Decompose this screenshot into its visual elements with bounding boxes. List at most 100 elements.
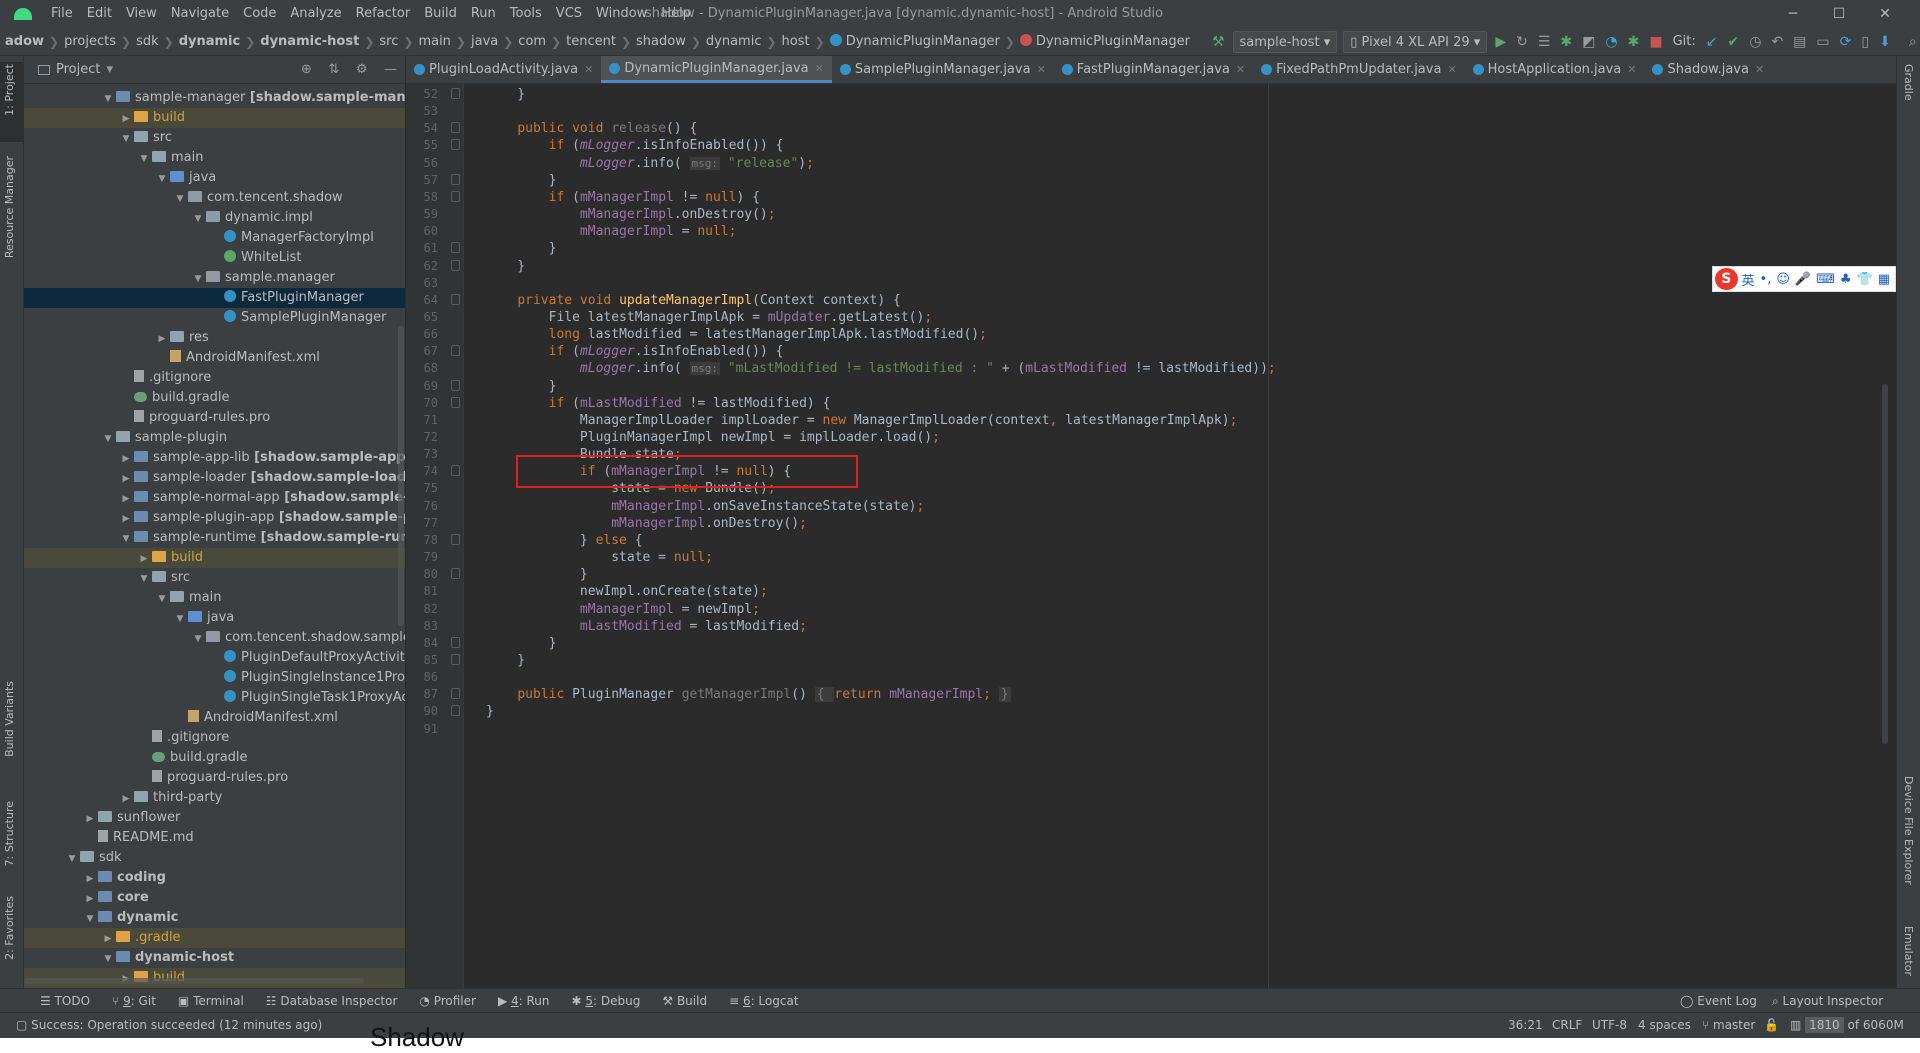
- collapsed-arrow-icon[interactable]: ▶: [82, 889, 98, 908]
- tree-item[interactable]: ▶ build: [24, 548, 405, 568]
- ime-emoji-icon[interactable]: ☺: [1776, 272, 1790, 287]
- editor-tab[interactable]: DynamicPluginManager.java ✕: [601, 56, 832, 83]
- ime-skin-icon[interactable]: 👕: [1857, 272, 1873, 287]
- stop-icon[interactable]: ■: [1644, 28, 1667, 55]
- tree-item[interactable]: ▶ core: [24, 888, 405, 908]
- close-tab-icon[interactable]: ✕: [815, 62, 824, 75]
- tree-item[interactable]: ▼ java: [24, 608, 405, 628]
- tree-item[interactable]: ▼ src: [24, 568, 405, 588]
- collapsed-arrow-icon[interactable]: ▶: [118, 109, 134, 128]
- tree-item[interactable]: ▼ src: [24, 128, 405, 148]
- git-rollback-icon[interactable]: ↶: [1766, 28, 1788, 55]
- git-commit-icon[interactable]: ✔: [1722, 28, 1744, 55]
- tree-item[interactable]: ▼ main: [24, 588, 405, 608]
- menu-analyze[interactable]: Analyze: [283, 0, 348, 28]
- profile-icon[interactable]: ◔: [1600, 28, 1622, 55]
- close-tab-icon[interactable]: ✕: [1037, 63, 1046, 76]
- fold-marker-icon[interactable]: [451, 636, 460, 648]
- sdk-manager-icon[interactable]: ⬇: [1874, 28, 1896, 55]
- bottom-tool-todo[interactable]: ☰ TODO: [40, 994, 90, 1008]
- bottom-tool-git[interactable]: ⑂ 9: Git: [112, 994, 156, 1008]
- expanded-arrow-icon[interactable]: ▼: [64, 849, 80, 868]
- breadcrumb-member[interactable]: DynamicPluginManager: [1015, 28, 1195, 55]
- collapse-all-icon[interactable]: ⇅: [328, 62, 339, 77]
- apply-changes-icon[interactable]: ↻: [1511, 28, 1533, 55]
- tree-item[interactable]: build.gradle: [24, 748, 405, 768]
- tree-item[interactable]: PluginDefaultProxyActivity: [24, 648, 405, 668]
- breadcrumb-item[interactable]: shadow: [631, 28, 691, 55]
- expanded-arrow-icon[interactable]: ▼: [82, 909, 98, 928]
- expanded-arrow-icon[interactable]: ▼: [190, 269, 206, 288]
- tree-item[interactable]: build.gradle: [24, 388, 405, 408]
- fold-marker-icon[interactable]: [451, 173, 460, 185]
- layout-inspector-button[interactable]: ⌕ Layout Inspector: [1772, 989, 1883, 1012]
- project-view-select[interactable]: Project: [56, 62, 100, 77]
- project-structure-icon[interactable]: ▤: [1788, 28, 1811, 55]
- tree-item[interactable]: ▼ com.tencent.shadow: [24, 188, 405, 208]
- breadcrumb-item[interactable]: dynamic-host: [255, 28, 364, 55]
- editor-tab[interactable]: PluginLoadActivity.java ✕: [406, 56, 601, 83]
- fold-marker-icon[interactable]: [451, 533, 460, 545]
- expanded-arrow-icon[interactable]: ▼: [100, 89, 116, 108]
- fold-marker-icon[interactable]: [451, 653, 460, 665]
- ime-punctuation-icon[interactable]: •,: [1760, 272, 1772, 287]
- tree-item[interactable]: ▼ dynamic: [24, 908, 405, 928]
- menu-run[interactable]: Run: [464, 0, 503, 28]
- tree-item[interactable]: ▶ res: [24, 328, 405, 348]
- collapsed-arrow-icon[interactable]: ▶: [118, 489, 134, 508]
- chevron-down-icon[interactable]: ▾: [106, 62, 113, 77]
- editor-tab[interactable]: Shadow.java ✕: [1644, 56, 1772, 83]
- editor-tab[interactable]: HostApplication.java ✕: [1465, 56, 1645, 83]
- tree-item[interactable]: ▼ main: [24, 148, 405, 168]
- tree-item[interactable]: ▶ sample-normal-app [shadow.sample-nor: [24, 488, 405, 508]
- tool-gradle[interactable]: Gradle: [1902, 64, 1915, 101]
- editor-tab[interactable]: FastPluginManager.java ✕: [1054, 56, 1253, 83]
- collapsed-arrow-icon[interactable]: ▶: [154, 329, 170, 348]
- fold-marker-icon[interactable]: [451, 568, 460, 580]
- close-window-button[interactable]: ✕: [1862, 0, 1908, 28]
- collapsed-arrow-icon[interactable]: ▶: [118, 789, 134, 808]
- run-icon[interactable]: ▶: [1490, 28, 1511, 55]
- close-tab-icon[interactable]: ✕: [1627, 63, 1636, 76]
- breadcrumb-item[interactable]: main: [413, 28, 455, 55]
- ime-tools-icon[interactable]: ♣: [1840, 272, 1852, 287]
- collapsed-arrow-icon[interactable]: ▶: [118, 449, 134, 468]
- hammer-build-icon[interactable]: ⚒: [1207, 28, 1230, 55]
- coverage-icon[interactable]: ◩: [1577, 28, 1600, 55]
- bottom-tool-build[interactable]: ⚒ Build: [662, 994, 707, 1008]
- expanded-arrow-icon[interactable]: ▼: [154, 169, 170, 188]
- tree-item[interactable]: ▼ dynamic.impl: [24, 208, 405, 228]
- breadcrumb-item[interactable]: com: [513, 28, 551, 55]
- expanded-arrow-icon[interactable]: ▼: [190, 209, 206, 228]
- tree-item[interactable]: .gitignore: [24, 728, 405, 748]
- editor-tab[interactable]: FixedPathPmUpdater.java ✕: [1253, 56, 1465, 83]
- tree-item[interactable]: WhiteList: [24, 248, 405, 268]
- tree-item[interactable]: PluginSingleTask1ProxyActi: [24, 688, 405, 708]
- search-icon[interactable]: ⌕: [1904, 28, 1920, 55]
- menu-view[interactable]: View: [119, 0, 164, 28]
- tree-item[interactable]: FastPluginManager: [24, 288, 405, 308]
- tree-item[interactable]: .gitignore: [24, 368, 405, 388]
- ime-keyboard-icon[interactable]: ⌨: [1816, 272, 1835, 287]
- tool-build-variants[interactable]: Build Variants: [3, 681, 16, 757]
- memory-indicator[interactable]: ▥ 1810 of 6060M: [1790, 1013, 1904, 1036]
- menu-edit[interactable]: Edit: [80, 0, 119, 28]
- layout-icon[interactable]: ▭: [1811, 28, 1834, 55]
- gear-icon[interactable]: ⚙: [356, 62, 368, 77]
- fold-marker-icon[interactable]: [451, 139, 460, 151]
- code-line[interactable]: 91: [406, 719, 1878, 740]
- ime-toolbar[interactable]: S 英 •, ☺ 🎤 ⌨ ♣ 👕 ▦: [1712, 266, 1896, 292]
- expanded-arrow-icon[interactable]: ▼: [100, 429, 116, 448]
- fold-marker-icon[interactable]: [451, 88, 460, 99]
- tree-item[interactable]: ▶ sample-loader [shadow.sample-loader]: [24, 468, 405, 488]
- avd-manager-icon[interactable]: ▯: [1856, 28, 1874, 55]
- project-tree-hscrollbar[interactable]: [24, 978, 364, 984]
- editor-tab[interactable]: SamplePluginManager.java ✕: [832, 56, 1054, 83]
- tool-resource-manager[interactable]: Resource Manager: [3, 156, 16, 258]
- expanded-arrow-icon[interactable]: ▼: [118, 129, 134, 148]
- tree-item[interactable]: proguard-rules.pro: [24, 768, 405, 788]
- expanded-arrow-icon[interactable]: ▼: [154, 589, 170, 608]
- collapsed-arrow-icon[interactable]: ▶: [136, 549, 152, 568]
- tree-item[interactable]: ▶ build: [24, 108, 405, 128]
- tree-item[interactable]: ▶ .gradle: [24, 928, 405, 948]
